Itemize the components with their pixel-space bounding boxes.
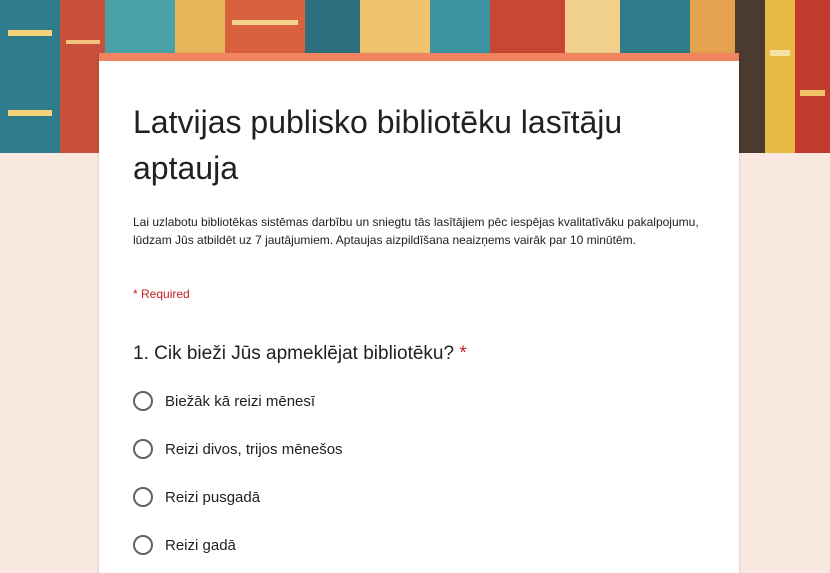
radio-button-icon[interactable]: [133, 487, 153, 507]
option-radio-2[interactable]: Reizi divos, trijos mēnešos: [133, 425, 693, 473]
option-radio-4[interactable]: Reizi gadā: [133, 521, 693, 569]
option-label: Biežāk kā reizi mēnesī: [165, 392, 316, 410]
question-1-options: Biežāk kā reizi mēnesī Reizi divos, trij…: [133, 377, 693, 569]
radio-button-icon[interactable]: [133, 535, 153, 555]
form-card: Latvijas publisko bibliotēku lasītāju ap…: [99, 53, 739, 573]
form-title: Latvijas publisko bibliotēku lasītāju ap…: [133, 104, 623, 186]
option-label: Reizi pusgadā: [165, 488, 261, 506]
option-radio-3[interactable]: Reizi pusgadā: [133, 473, 693, 521]
required-asterisk: *: [459, 343, 467, 364]
question-1-title: 1. Cik bieži Jūs apmeklējat bibliotēku? …: [133, 343, 467, 365]
option-label: Reizi divos, trijos mēnešos: [165, 440, 343, 458]
form-description: Lai uzlabotu bibliotēkas sistēmas darbīb…: [133, 215, 699, 247]
radio-button-icon[interactable]: [133, 391, 153, 411]
required-note: * Required: [133, 287, 190, 301]
radio-button-icon[interactable]: [133, 439, 153, 459]
option-radio-1[interactable]: Biežāk kā reizi mēnesī: [133, 377, 693, 425]
option-label: Reizi gadā: [165, 536, 236, 554]
question-1-text: 1. Cik bieži Jūs apmeklējat bibliotēku?: [133, 343, 455, 364]
